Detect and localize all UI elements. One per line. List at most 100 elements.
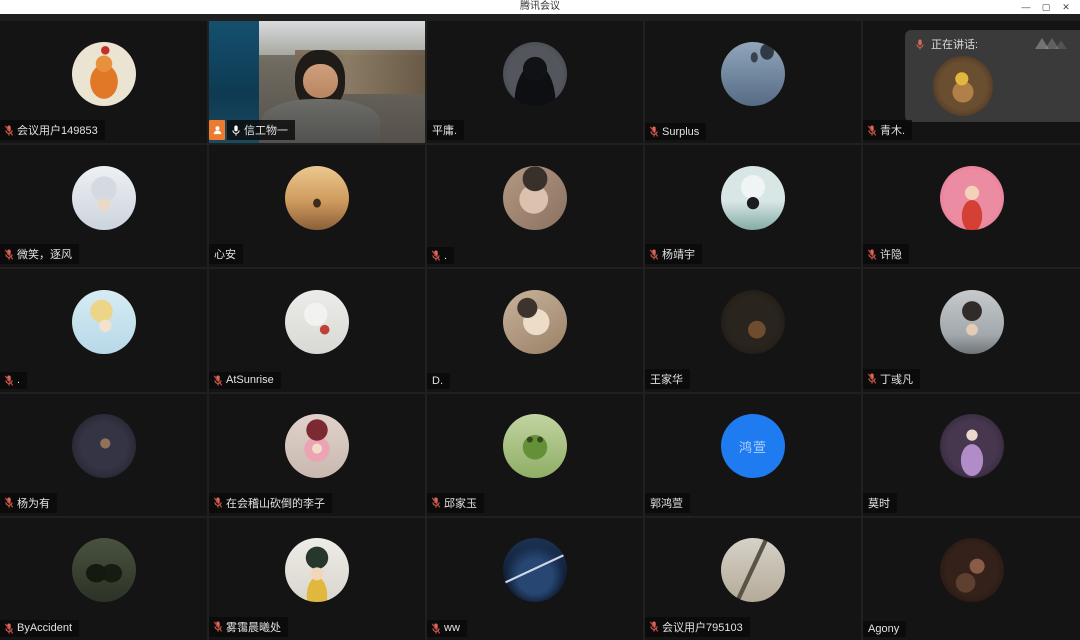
name-tag-row: 杨靖宇: [645, 244, 702, 264]
participant-tile[interactable]: 微笑，逐风: [0, 145, 207, 267]
participant-tile[interactable]: 许隐: [863, 145, 1080, 267]
avatar-white-hair-anime: [72, 166, 136, 230]
participant-name: 丁彧凡: [880, 371, 913, 387]
name-tag-row: .: [0, 372, 27, 389]
name-tag-row: 微笑，逐风: [0, 244, 79, 264]
name-tag-row: 信工物一: [209, 120, 295, 140]
presenter-badge-icon: [209, 120, 225, 140]
mic-muted-icon: [649, 125, 659, 138]
minimize-button[interactable]: —: [1016, 0, 1036, 14]
participant-name: AtSunrise: [226, 374, 274, 386]
participant-tile[interactable]: 王家华: [645, 269, 861, 391]
avatar-masked-anime: [721, 166, 785, 230]
participant-name: ww: [444, 622, 460, 634]
participant-tile[interactable]: 会议用户795103: [645, 518, 861, 640]
participant-tile[interactable]: 在会稽山砍倒的李子: [209, 394, 425, 516]
maximize-button[interactable]: ▢: [1036, 0, 1056, 14]
participant-tile[interactable]: 杨靖宇: [645, 145, 861, 267]
participant-tile[interactable]: D.: [427, 269, 643, 391]
close-button[interactable]: ✕: [1056, 0, 1076, 14]
name-tag-row: 杨为有: [0, 493, 57, 513]
avatar-dark-basketball: [721, 290, 785, 354]
window-title: 腾讯会议: [520, 0, 560, 14]
participant-tile[interactable]: 平庸.: [427, 21, 643, 143]
name-tag: 邱家玉: [427, 493, 484, 513]
mic-muted-icon: [213, 496, 223, 509]
participant-tile[interactable]: 杨为有: [0, 394, 207, 516]
participant-name: D.: [432, 375, 443, 387]
name-tag-row: ByAccident: [0, 620, 79, 637]
participant-name: 青木.: [880, 122, 905, 138]
name-tag: 微笑，逐风: [0, 244, 79, 264]
avatar-green-frog: [503, 414, 567, 478]
avatar-beige-portrait: [503, 290, 567, 354]
name-tag-row: 青木.: [863, 120, 912, 140]
participant-name: 心安: [214, 246, 236, 262]
name-tag: 莫时: [863, 493, 897, 513]
participant-tile[interactable]: Agony: [863, 518, 1080, 640]
participant-tile[interactable]: ww: [427, 518, 643, 640]
participant-tile[interactable]: 邱家玉: [427, 394, 643, 516]
name-tag-row: 平庸.: [427, 120, 464, 140]
participant-tile[interactable]: 莫时: [863, 394, 1080, 516]
name-tag: Surplus: [645, 123, 706, 140]
participant-tile[interactable]: 会议用户149853: [0, 21, 207, 143]
name-tag: 郭鸿萱: [645, 493, 690, 513]
name-tag-row: AtSunrise: [209, 372, 281, 389]
participant-tile[interactable]: AtSunrise: [209, 269, 425, 391]
name-tag: 在会稽山砍倒的李子: [209, 493, 332, 513]
participant-name: 微笑，逐风: [17, 246, 72, 262]
name-tag-row: .: [427, 247, 454, 264]
mic-muted-icon: [867, 248, 877, 261]
avatar-dark-warm-portrait: [940, 538, 1004, 602]
name-tag-row: 心安: [209, 244, 243, 264]
participant-name: 王家华: [650, 371, 683, 387]
avatar-dusk-branch: [721, 42, 785, 106]
name-tag-row: ww: [427, 620, 467, 637]
mic-muted-icon: [213, 374, 223, 387]
name-tag: 丁彧凡: [863, 369, 920, 389]
participant-name: 郭鸿萱: [650, 495, 683, 511]
participant-tile[interactable]: ByAccident: [0, 518, 207, 640]
name-tag-row: Surplus: [645, 123, 706, 140]
mic-muted-icon: [431, 496, 441, 509]
participant-tile[interactable]: 雾霭晨曦处: [209, 518, 425, 640]
avatar-green-hair-anime: [285, 538, 349, 602]
participant-tile[interactable]: 信工物一: [209, 21, 425, 143]
participant-tile[interactable]: 鸿萱郭鸿萱: [645, 394, 861, 516]
avatar-initials-blue: 鸿萱: [721, 414, 785, 478]
participant-name: 会议用户149853: [17, 122, 98, 138]
mic-muted-icon: [867, 372, 877, 385]
participant-tile[interactable]: 心安: [209, 145, 425, 267]
participant-name: 在会稽山砍倒的李子: [226, 495, 325, 511]
participant-tile[interactable]: .: [427, 145, 643, 267]
participant-tile[interactable]: .: [0, 269, 207, 391]
name-tag: 王家华: [645, 369, 690, 389]
mic-muted-icon: [4, 374, 14, 387]
name-tag-row: 在会稽山砍倒的李子: [209, 493, 332, 513]
avatar-desk-warm: [933, 56, 993, 116]
participant-name: 雾霭晨曦处: [226, 619, 281, 635]
participant-tile[interactable]: Surplus: [645, 21, 861, 143]
participant-tile[interactable]: 正在讲话: 青木.: [863, 21, 1080, 143]
avatar-night-sky-streak: [503, 538, 567, 602]
name-tag-row: Agony: [863, 621, 906, 637]
name-tag-row: 郭鸿萱: [645, 493, 690, 513]
avatar-gray-portrait: [940, 290, 1004, 354]
mic-muted-icon: [649, 248, 659, 261]
participant-name: 莫时: [868, 495, 890, 511]
participant-name: Surplus: [662, 126, 699, 138]
name-tag: ww: [427, 620, 467, 637]
participant-tile[interactable]: 丁彧凡: [863, 269, 1080, 391]
name-tag-row: 雾霭晨曦处: [209, 617, 288, 637]
participant-name: .: [17, 374, 20, 386]
name-tag: 雾霭晨曦处: [209, 617, 288, 637]
participant-grid: 会议用户149853 信工物一 平庸. Surplus 正在讲话: 青木. 微笑，…: [0, 14, 1080, 640]
avatar-sunset-figure: [285, 166, 349, 230]
speaking-label: 正在讲话:: [931, 36, 978, 52]
mic-muted-icon: [4, 496, 14, 509]
name-tag-row: D.: [427, 373, 450, 389]
avatar-sky-pole: [721, 538, 785, 602]
participant-name: 邱家玉: [444, 495, 477, 511]
name-tag: D.: [427, 373, 450, 389]
